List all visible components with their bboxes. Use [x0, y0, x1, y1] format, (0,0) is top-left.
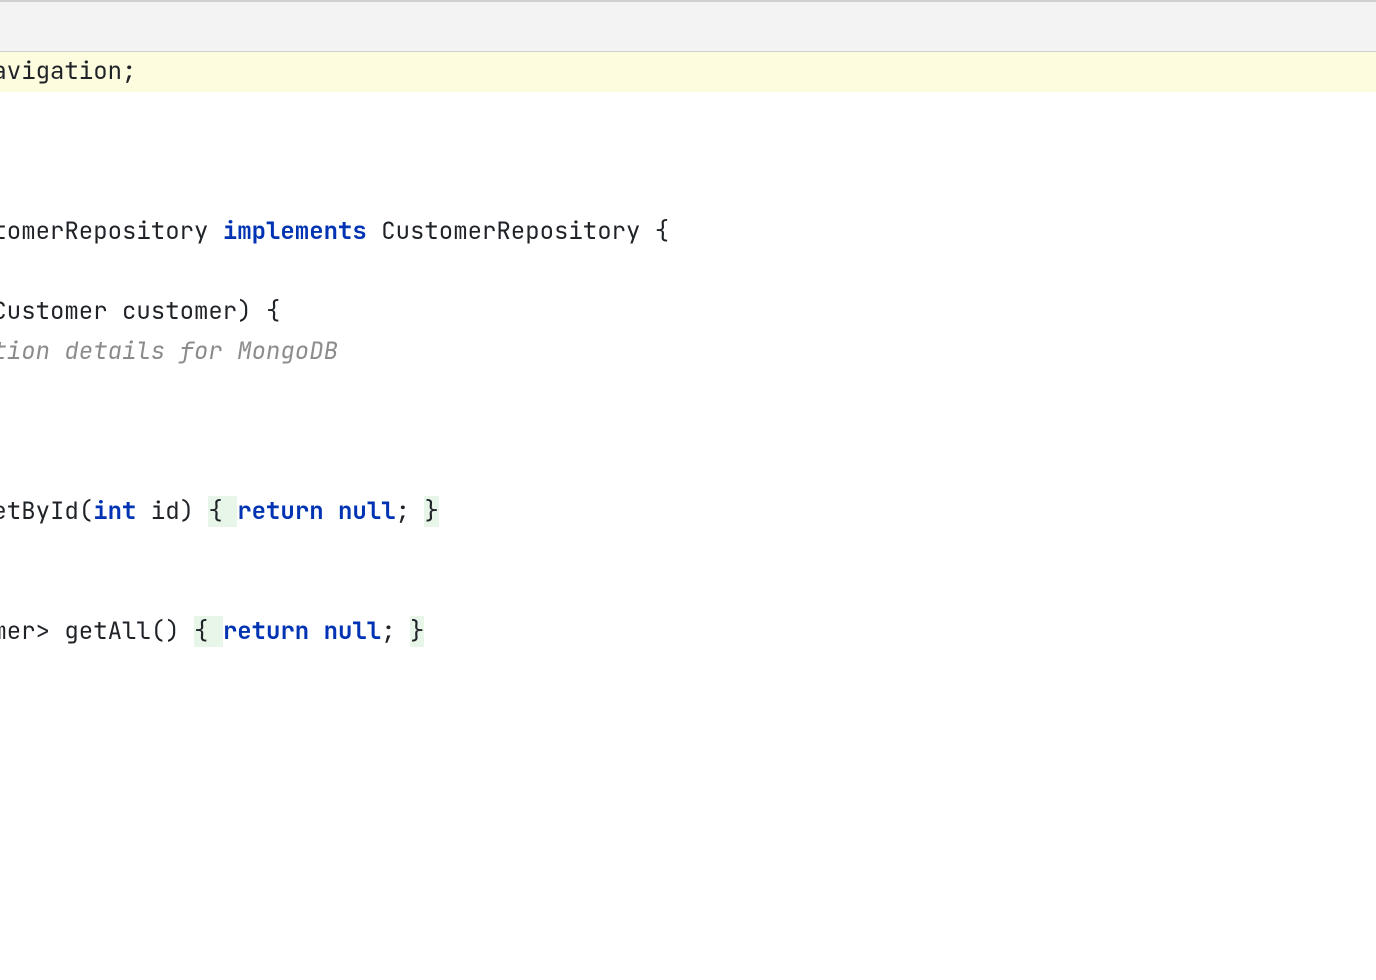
code-line-empty[interactable] — [0, 172, 1376, 212]
code-text: ; — [396, 496, 425, 527]
editor-toolbar — [0, 2, 1376, 52]
code-text: public List<Customer> getAll() — [0, 616, 194, 647]
code-line-empty[interactable] — [0, 92, 1376, 132]
code-line-empty[interactable] — [0, 452, 1376, 492]
folded-body-start: { — [194, 616, 223, 647]
keyword-return-null: return null — [237, 496, 395, 527]
code-text: package com.example.navigation; — [0, 56, 136, 87]
comment-text: // Implementation details for MongoDB — [0, 336, 338, 367]
code-line-empty[interactable] — [0, 532, 1376, 572]
code-line-empty[interactable] — [0, 372, 1376, 412]
code-line-method-save[interactable]: public void save(Customer customer) { — [0, 292, 1376, 332]
folded-body-end: } — [410, 616, 424, 647]
folded-body-start: { — [208, 496, 237, 527]
code-text: public void save(Customer customer) { — [0, 296, 280, 327]
keyword-return-null: return null — [223, 616, 381, 647]
code-line-method-getbyid[interactable]: public Customer getById(int id) { return… — [0, 492, 1376, 532]
code-line-method-getall[interactable]: public List<Customer> getAll() { return … — [0, 612, 1376, 652]
code-text: id) — [136, 496, 208, 527]
code-line-comment[interactable]: // Implementation details for MongoDB — [0, 332, 1376, 372]
code-line-class-decl[interactable]: public class MongoCustomerRepository imp… — [0, 212, 1376, 252]
keyword-implements: implements — [223, 216, 367, 247]
code-text: public Customer getById( — [0, 496, 93, 527]
code-text: CustomerRepository { — [367, 216, 669, 247]
code-line-empty[interactable] — [0, 132, 1376, 172]
code-line-empty[interactable] — [0, 412, 1376, 452]
folded-body-end: } — [424, 496, 438, 527]
code-text: public class MongoCustomerRepository — [0, 216, 223, 247]
code-editor[interactable]: package com.example.navigation; public c… — [0, 52, 1376, 652]
code-line-empty[interactable] — [0, 252, 1376, 292]
code-line-package[interactable]: package com.example.navigation; — [0, 52, 1376, 92]
keyword-int: int — [93, 496, 136, 527]
code-text: ; — [381, 616, 410, 647]
code-line-empty[interactable] — [0, 572, 1376, 612]
